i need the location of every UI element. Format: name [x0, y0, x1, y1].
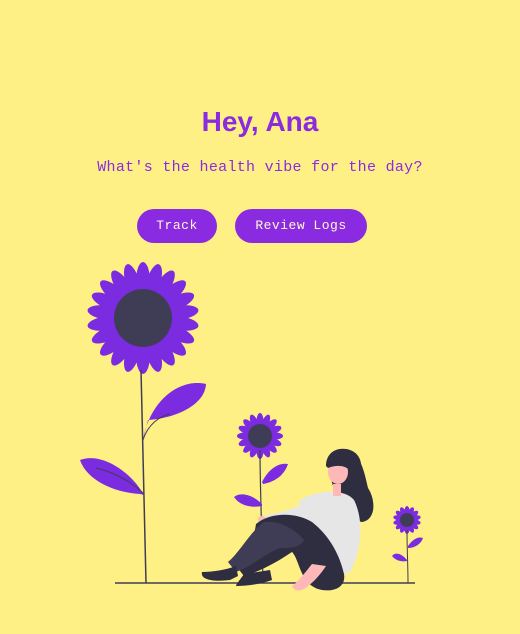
greeting-title: Hey, Ana — [201, 106, 319, 137]
action-buttons: Track Review Logs — [0, 209, 520, 243]
greeting-subtitle: What's the health vibe for the day? — [97, 159, 423, 176]
track-button[interactable]: Track — [137, 209, 217, 243]
review-logs-button[interactable]: Review Logs — [235, 209, 367, 243]
sunflower-illustration-icon — [80, 262, 423, 591]
